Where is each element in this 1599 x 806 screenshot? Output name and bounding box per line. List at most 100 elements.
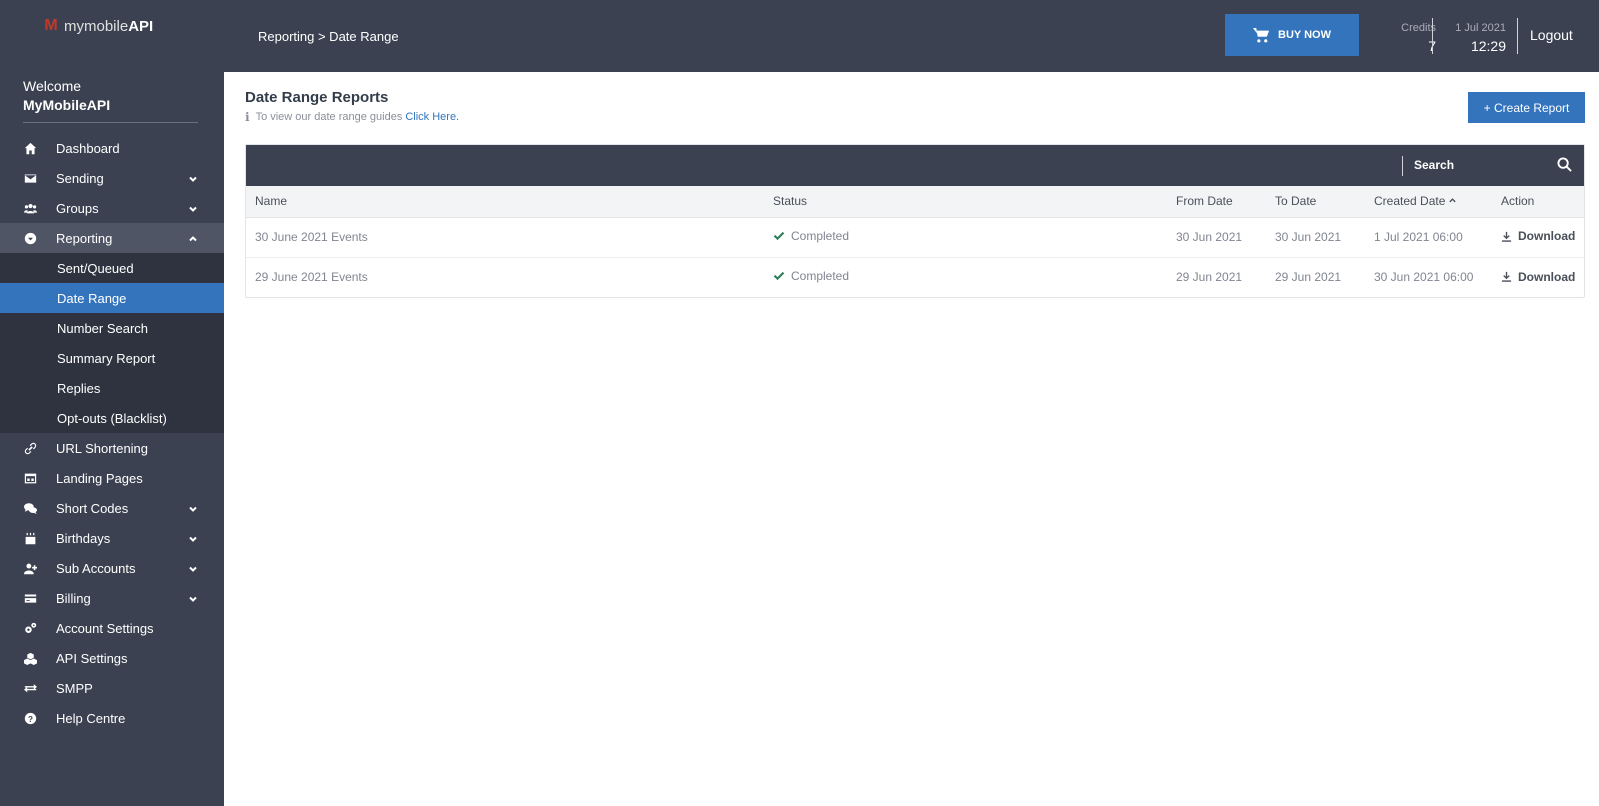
check-icon	[773, 272, 785, 281]
header-divider	[1432, 18, 1433, 54]
chevron-up-icon	[188, 232, 198, 242]
cell-to-date: 29 Jun 2021	[1275, 270, 1342, 285]
logo[interactable]: M mymobileAPI	[0, 0, 224, 52]
sidebar-item-label: API Settings	[56, 650, 128, 666]
svg-text:?: ?	[28, 714, 33, 723]
sidebar-item-sub-accounts[interactable]: Sub Accounts	[0, 553, 224, 583]
cell-from-date: 30 Jun 2021	[1167, 217, 1266, 258]
search-input[interactable]	[1414, 158, 1554, 172]
chevron-down-icon	[188, 172, 198, 182]
status-text: Completed	[791, 269, 850, 284]
cell-status: Completed	[764, 257, 1167, 297]
sidebar-subitem-summary-report[interactable]: Summary Report	[0, 343, 224, 373]
logo-mark: M	[44, 17, 58, 34]
topbar: Reporting > Date Range BUY NOW Credits 7…	[224, 0, 1599, 72]
column-header-name[interactable]: Name	[246, 186, 764, 218]
sidebar-subitem-sent-queued[interactable]: Sent/Queued	[0, 253, 224, 283]
cell-name: 29 June 2021 Events	[255, 270, 368, 285]
cell-action: Download	[1492, 257, 1584, 297]
guide-note: ℹ To view our date range guides Click He…	[245, 110, 459, 124]
guide-link[interactable]: Click Here.	[405, 111, 459, 123]
welcome-user: MyMobileAPI	[23, 97, 111, 113]
download-label: Download	[1518, 269, 1576, 284]
header-divider	[1517, 18, 1518, 54]
create-report-button[interactable]: + Create Report	[1468, 92, 1585, 123]
sidebar-item-reporting[interactable]: Reporting	[0, 223, 224, 253]
cake-icon	[23, 531, 37, 545]
chevron-down-icon	[188, 202, 198, 212]
cubes-icon	[23, 651, 37, 665]
sidebar: M mymobileAPI Welcome MyMobileAPI Dashbo…	[0, 0, 224, 806]
sidebar-nav: Dashboard Sending Groups Reporting Sent/…	[0, 133, 224, 733]
sidebar-item-label: Help Centre	[56, 710, 126, 726]
current-date: 1 Jul 2021	[1455, 22, 1506, 34]
sidebar-item-label: Account Settings	[56, 620, 154, 636]
download-button[interactable]: Download	[1501, 229, 1575, 243]
sidebar-item-label: Sub Accounts	[56, 560, 136, 576]
home-icon	[23, 141, 37, 155]
envelope-icon	[23, 171, 37, 185]
sidebar-item-url-shortening[interactable]: URL Shortening	[0, 433, 224, 463]
column-header-from-date[interactable]: From Date	[1167, 186, 1266, 218]
exchange-icon	[23, 681, 37, 695]
search-icon[interactable]	[1557, 157, 1573, 173]
sidebar-subitem-date-range[interactable]: Date Range	[0, 283, 224, 313]
chevron-down-icon	[188, 562, 198, 572]
logo-text: mymobileAPI	[64, 17, 154, 35]
sidebar-item-birthdays[interactable]: Birthdays	[0, 523, 224, 553]
page-title: Date Range Reports	[245, 89, 389, 106]
cell-created-date: 1 Jul 2021 06:00	[1365, 217, 1492, 258]
sidebar-item-dashboard[interactable]: Dashboard	[0, 133, 224, 163]
download-label: Download	[1518, 229, 1576, 244]
sidebar-item-label: Birthdays	[56, 530, 111, 546]
sidebar-item-label: Sending	[56, 170, 104, 186]
cell-name: 30 June 2021 Events	[246, 217, 764, 258]
table-header-row: Name Status From Date To Date Created Da…	[246, 186, 1584, 218]
cell-status: Completed	[764, 217, 1167, 258]
cell-to-date: 30 Jun 2021	[1266, 217, 1365, 258]
landing-page-icon	[23, 471, 37, 485]
download-icon	[1501, 271, 1512, 282]
status-text: Completed	[791, 229, 850, 243]
download-button[interactable]: Download	[1501, 270, 1575, 284]
sidebar-item-landing-pages[interactable]: Landing Pages	[0, 463, 224, 493]
reporting-subnav: Sent/Queued Date Range Number Search Sum…	[0, 253, 224, 433]
reporting-icon	[23, 231, 37, 245]
chevron-down-icon	[188, 502, 198, 512]
sidebar-item-sending[interactable]: Sending	[0, 163, 224, 193]
current-time: 12:29	[1470, 38, 1506, 54]
cell-from-date: 29 Jun 2021	[1176, 270, 1243, 285]
sidebar-subitem-replies[interactable]: Replies	[0, 373, 224, 403]
sidebar-item-api-settings[interactable]: API Settings	[0, 643, 224, 673]
sidebar-item-short-codes[interactable]: Short Codes	[0, 493, 224, 523]
sidebar-item-label: URL Shortening	[56, 440, 149, 456]
sidebar-subitem-opt-outs[interactable]: Opt-outs (Blacklist)	[0, 403, 224, 433]
link-icon	[23, 441, 37, 455]
column-header-to-date[interactable]: To Date	[1266, 186, 1365, 218]
buy-now-label: BUY NOW	[1278, 29, 1331, 41]
credits-value: 7	[1376, 38, 1436, 54]
sidebar-item-billing[interactable]: Billing	[0, 583, 224, 613]
logout-link[interactable]: Logout	[1530, 27, 1573, 43]
cell-action: Download	[1492, 217, 1584, 258]
column-header-status[interactable]: Status	[764, 186, 1167, 218]
sidebar-item-smpp[interactable]: SMPP	[0, 673, 224, 703]
sidebar-item-help-centre[interactable]: ? Help Centre	[0, 703, 224, 733]
sort-ascending-icon	[1445, 194, 1457, 208]
sidebar-item-label: Landing Pages	[56, 470, 143, 486]
search-divider	[1402, 156, 1403, 176]
credits-label: Credits	[1401, 22, 1436, 34]
sidebar-item-label: Reporting	[56, 230, 113, 246]
sidebar-item-groups[interactable]: Groups	[0, 193, 224, 223]
check-icon	[773, 231, 785, 241]
table-toolbar	[246, 145, 1584, 186]
buy-now-button[interactable]: BUY NOW	[1225, 14, 1359, 56]
column-header-created-date[interactable]: Created Date	[1365, 186, 1492, 218]
sidebar-item-account-settings[interactable]: Account Settings	[0, 613, 224, 643]
sidebar-item-label: SMPP	[56, 680, 93, 696]
download-icon	[1501, 231, 1512, 242]
comments-icon	[23, 501, 37, 515]
reports-table-panel: Name Status From Date To Date Created Da…	[245, 144, 1585, 298]
sidebar-subitem-number-search[interactable]: Number Search	[0, 313, 224, 343]
welcome-greeting: Welcome	[23, 78, 82, 94]
